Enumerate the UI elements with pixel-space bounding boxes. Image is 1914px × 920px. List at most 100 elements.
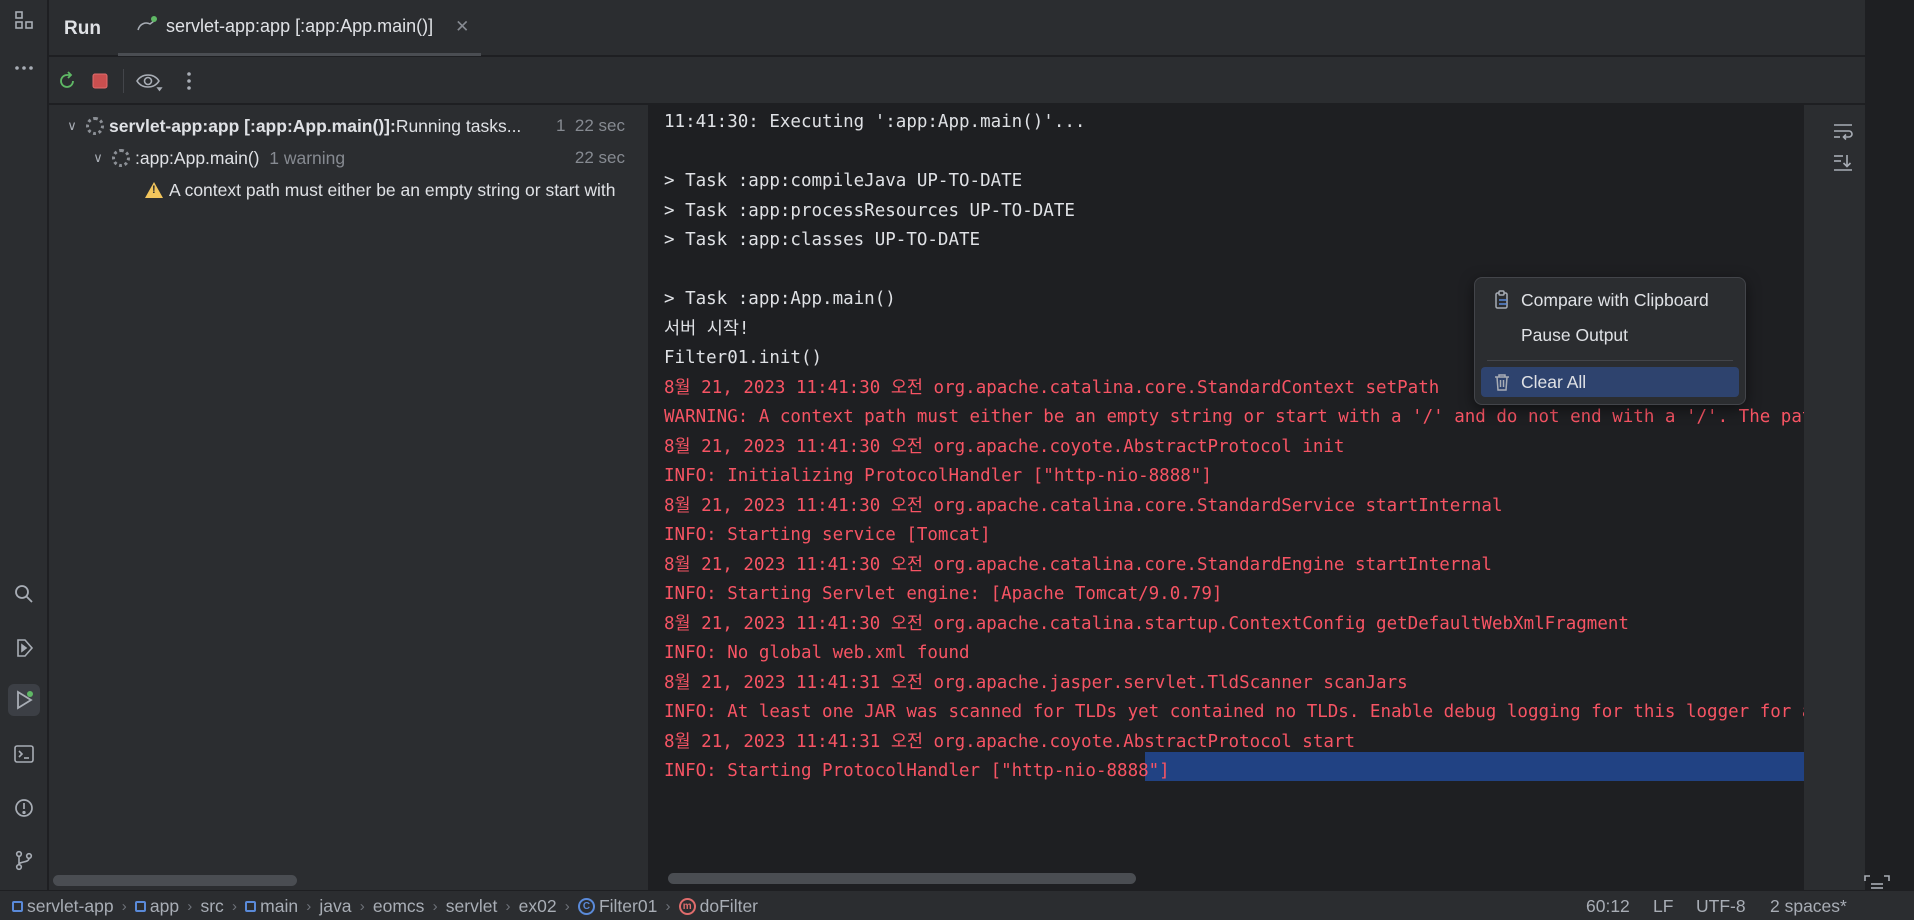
tree-warning-text: A context path must either be an empty s… bbox=[169, 179, 616, 200]
console-line: INFO: Starting service [Tomcat] bbox=[664, 525, 991, 545]
view-options-icon[interactable] bbox=[131, 67, 167, 95]
folder-icon bbox=[245, 901, 257, 912]
tree-root-count: 1 bbox=[555, 116, 566, 135]
menu-item-compare-clipboard[interactable]: Compare with Clipboard bbox=[1481, 285, 1739, 315]
module-icon bbox=[12, 901, 23, 912]
chevron-right-icon: › bbox=[428, 898, 442, 915]
file-encoding[interactable]: UTF-8 bbox=[1696, 896, 1746, 917]
loading-spinner-icon bbox=[86, 117, 104, 135]
tree-item-warning[interactable]: A context path must either be an empty s… bbox=[49, 175, 649, 205]
git-icon[interactable] bbox=[8, 844, 40, 876]
close-tab-icon[interactable]: ✕ bbox=[455, 17, 469, 37]
console-line: Filter01.init() bbox=[664, 348, 823, 368]
console-line: 8월 21, 2023 11:41:30 오전 org.apache.catal… bbox=[664, 554, 1492, 575]
loading-spinner-icon bbox=[112, 149, 130, 167]
console-line: INFO: Initializing ProtocolHandler ["htt… bbox=[664, 466, 1212, 486]
breadcrumb-item[interactable]: java bbox=[319, 896, 351, 917]
left-tool-strip bbox=[0, 0, 48, 890]
run-tree-panel: ∨ servlet-app:app [:app:App.main()]: Run… bbox=[49, 105, 649, 890]
menu-item-label: Compare with Clipboard bbox=[1521, 289, 1709, 310]
console-context-menu: Compare with Clipboard Pause Output Clea… bbox=[1474, 277, 1746, 405]
menu-item-label: Clear All bbox=[1521, 371, 1587, 392]
tree-task-warnings: 1 warning bbox=[269, 147, 346, 168]
menu-item-label: Pause Output bbox=[1521, 324, 1629, 345]
menu-separator bbox=[1487, 360, 1733, 361]
tree-horizontal-scrollbar[interactable] bbox=[53, 875, 297, 886]
breadcrumb-item[interactable]: app bbox=[150, 896, 179, 917]
console-line: 11:41:30: Executing ':app:App.main()'... bbox=[664, 112, 1086, 132]
method-icon: m bbox=[678, 898, 696, 915]
chevron-right-icon: › bbox=[355, 898, 369, 915]
console-line: 서버 시작! bbox=[664, 318, 750, 339]
search-icon[interactable] bbox=[8, 578, 40, 610]
class-icon: C bbox=[577, 898, 595, 915]
chevron-down-icon[interactable]: ∨ bbox=[89, 150, 107, 166]
chevron-down-icon[interactable]: ∨ bbox=[63, 118, 81, 134]
chevron-right-icon: › bbox=[183, 898, 197, 915]
breadcrumb-item[interactable]: main bbox=[260, 896, 298, 917]
status-bar: servlet-app › app › src › main › java › … bbox=[0, 890, 1914, 920]
more-options-icon[interactable] bbox=[175, 67, 203, 95]
console-horizontal-scrollbar[interactable] bbox=[668, 873, 1136, 884]
console-right-gutter bbox=[1804, 105, 1865, 890]
tree-root-label: servlet-app:app [:app:App.main()]: bbox=[109, 115, 396, 136]
chevron-right-icon: › bbox=[302, 898, 316, 915]
chevron-right-icon: › bbox=[117, 898, 131, 915]
line-separator[interactable]: LF bbox=[1653, 896, 1673, 917]
chevron-right-icon: › bbox=[560, 898, 574, 915]
rerun-icon[interactable] bbox=[53, 67, 81, 95]
console-line: INFO: At least one JAR was scanned for T… bbox=[664, 702, 1804, 722]
tree-root-time: 22 sec bbox=[574, 116, 625, 135]
run-panel-title: Run bbox=[64, 18, 101, 39]
console-line: WARNING: A context path must either be a… bbox=[664, 407, 1804, 427]
menu-item-clear-all[interactable]: Clear All bbox=[1481, 367, 1739, 397]
stop-icon[interactable] bbox=[86, 67, 114, 95]
menu-item-pause-output[interactable]: Pause Output bbox=[1481, 320, 1739, 350]
tree-task-label: :app:App.main() bbox=[135, 147, 260, 168]
problems-icon[interactable] bbox=[8, 792, 40, 824]
console-line: > Task :app:compileJava UP-TO-DATE bbox=[664, 171, 1023, 191]
breadcrumb-item[interactable]: ex02 bbox=[519, 896, 557, 917]
terminal-icon[interactable] bbox=[8, 738, 40, 770]
chevron-right-icon: › bbox=[501, 898, 515, 915]
more-tools-icon[interactable] bbox=[8, 52, 40, 84]
breadcrumb-item[interactable]: src bbox=[200, 896, 223, 917]
tree-item-root[interactable]: ∨ servlet-app:app [:app:App.main()]: Run… bbox=[49, 111, 649, 141]
gradle-icon bbox=[136, 15, 158, 38]
console-line: INFO: Starting ProtocolHandler ["http-ni… bbox=[664, 761, 1170, 781]
console-line: INFO: No global web.xml found bbox=[664, 643, 970, 663]
console-line: > Task :app:processResources UP-TO-DATE bbox=[664, 200, 1075, 221]
console-line: 8월 21, 2023 11:41:30 오전 org.apache.coyot… bbox=[664, 436, 1345, 457]
run-tab-label: servlet-app:app [:app:App.main()] bbox=[166, 16, 434, 36]
toolbar-separator bbox=[123, 69, 124, 93]
ide-window: Run servlet-app:app [:app:App.main()] ✕ … bbox=[0, 0, 1914, 920]
breadcrumb-item[interactable]: servlet-app bbox=[27, 896, 114, 917]
console-line: 8월 21, 2023 11:41:30 오전 org.apache.catal… bbox=[664, 377, 1440, 398]
cursor-position[interactable]: 60:12 bbox=[1586, 896, 1630, 917]
console-line: > Task :app:App.main() bbox=[664, 289, 896, 309]
trash-icon bbox=[1491, 373, 1513, 391]
chevron-right-icon: › bbox=[661, 898, 675, 915]
console-line: 8월 21, 2023 11:41:30 오전 org.apache.catal… bbox=[664, 495, 1503, 516]
clipboard-compare-icon bbox=[1491, 290, 1513, 310]
chevron-right-icon: › bbox=[227, 898, 242, 915]
project-structure-icon[interactable] bbox=[8, 4, 40, 36]
tree-item-task[interactable]: ∨ :app:App.main() 1 warning 22 sec bbox=[49, 143, 649, 173]
console-line: 8월 21, 2023 11:41:31 오전 org.apache.jaspe… bbox=[664, 672, 1408, 693]
console-output[interactable]: 11:41:30: Executing ':app:App.main()'...… bbox=[650, 105, 1804, 871]
scroll-to-end-icon[interactable] bbox=[1832, 153, 1854, 178]
breadcrumb-item[interactable]: Filter01 bbox=[599, 896, 657, 917]
indent-setting[interactable]: 2 spaces* bbox=[1770, 896, 1847, 917]
breadcrumb-item[interactable]: doFilter bbox=[700, 896, 758, 917]
tree-root-status: Running tasks... bbox=[395, 115, 522, 136]
run-toolbar bbox=[49, 57, 1865, 104]
console-line: INFO: Starting Servlet engine: [Apache T… bbox=[664, 584, 1223, 604]
run-configuration-tab[interactable]: servlet-app:app [:app:App.main()] ✕ bbox=[118, 0, 481, 56]
soft-wrap-icon[interactable] bbox=[1832, 121, 1854, 146]
breadcrumb-item[interactable]: servlet bbox=[446, 896, 498, 917]
module-icon bbox=[134, 901, 146, 912]
services-icon[interactable] bbox=[8, 632, 40, 664]
run-tool-icon[interactable] bbox=[8, 684, 40, 716]
breadcrumb: servlet-app › app › src › main › java › … bbox=[12, 896, 758, 917]
breadcrumb-item[interactable]: eomcs bbox=[373, 896, 425, 917]
